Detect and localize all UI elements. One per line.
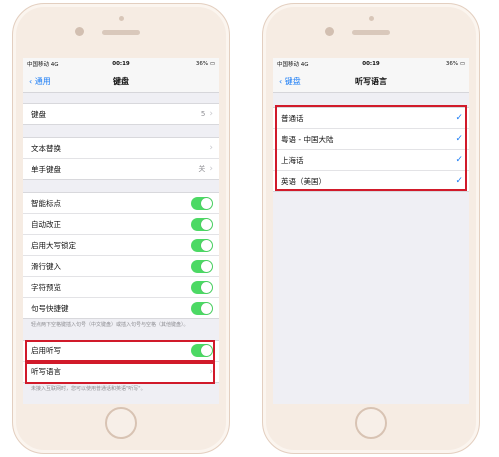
earpiece-speaker [102, 30, 140, 35]
text-group: 文本替换 › 单手键盘 关 › [23, 137, 219, 180]
chevron-right-icon: › [209, 143, 213, 153]
chevron-right-icon: › [209, 164, 213, 174]
auto-correct-toggle[interactable] [191, 217, 213, 231]
left-screen: 中国移动 4G 00:19 36% ▭ ‹ 通用 键盘 键盘 5 › 文本替换 … [23, 58, 219, 404]
period-shortcut-note: 轻点两下空格键插入句号（中文键盘）或插入句号与空格（其他键盘）。 [31, 322, 189, 328]
period-shortcut-toggle[interactable] [191, 301, 213, 315]
highlight-dictation-language [25, 362, 215, 384]
carrier-label: 中国移动 4G [277, 62, 309, 68]
front-camera [75, 27, 84, 36]
slide-to-type-row: 滑行键入 [23, 256, 219, 277]
right-screen: 中国移动 4G 00:19 36% ▭ ‹ 键盘 听写语言 普通话 ✓ 粤语 -… [273, 58, 469, 404]
period-shortcut-row: 句号快捷键 [23, 298, 219, 318]
smart-punctuation-row: 智能标点 [23, 193, 219, 214]
row-value: 关 [198, 165, 206, 173]
one-hand-keyboard-row[interactable]: 单手键盘 关 › [23, 159, 219, 179]
row-label: 自动改正 [31, 219, 61, 229]
page-title: 听写语言 [355, 77, 387, 86]
row-label: 启用大写锁定 [31, 240, 76, 250]
row-label: 文本替换 [31, 143, 61, 153]
earpiece-speaker [352, 30, 390, 35]
row-value: 5 [200, 110, 206, 118]
right-phone: 中国移动 4G 00:19 36% ▭ ‹ 键盘 听写语言 普通话 ✓ 粤语 -… [262, 3, 480, 454]
row-label: 智能标点 [31, 198, 61, 208]
row-label: 滑行键入 [31, 261, 61, 271]
row-label: 单手键盘 [31, 164, 61, 174]
battery-indicator: 36% ▭ [402, 61, 465, 67]
proximity-sensor [369, 16, 374, 21]
page-title: 键盘 [113, 77, 129, 86]
character-preview-row: 字符预览 [23, 277, 219, 298]
row-label: 句号快捷键 [31, 303, 69, 313]
chevron-right-icon: › [209, 109, 213, 119]
toggles-group: 智能标点 自动改正 启用大写锁定 滑行键入 字符预览 句号快捷键 [23, 192, 219, 319]
battery-icon: ▭ [459, 61, 466, 67]
caps-lock-row: 启用大写锁定 [23, 235, 219, 256]
clock: 00:19 [362, 61, 380, 67]
battery-label: 36% [195, 61, 209, 67]
auto-correct-row: 自动改正 [23, 214, 219, 235]
slide-to-type-toggle[interactable] [191, 259, 213, 273]
home-button[interactable] [355, 407, 387, 439]
nav-bar: ‹ 键盘 听写语言 [273, 70, 469, 93]
character-preview-toggle[interactable] [191, 280, 213, 294]
row-label: 字符预览 [31, 282, 61, 292]
status-bar: 中国移动 4G 00:19 36% ▭ [23, 58, 219, 70]
dictation-note: 未接入互联网时，您可以使用普通话和英语"听写"。 [31, 385, 146, 392]
battery-label: 36% [445, 61, 459, 67]
left-phone: 中国移动 4G 00:19 36% ▭ ‹ 通用 键盘 键盘 5 › 文本替换 … [12, 3, 230, 454]
keyboards-group: 键盘 5 › [23, 103, 219, 125]
battery-icon: ▭ [209, 61, 216, 67]
clock: 00:19 [112, 61, 130, 67]
highlight-language-list [275, 105, 467, 191]
caps-lock-toggle[interactable] [191, 238, 213, 252]
row-label: 键盘 [31, 109, 46, 119]
front-camera [325, 27, 334, 36]
text-replace-row[interactable]: 文本替换 › [23, 138, 219, 159]
highlight-enable-dictation [25, 340, 215, 362]
status-bar: 中国移动 4G 00:19 36% ▭ [273, 58, 469, 70]
carrier-label: 中国移动 4G [27, 62, 59, 68]
home-button[interactable] [105, 407, 137, 439]
nav-bar: ‹ 通用 键盘 [23, 70, 219, 93]
battery-indicator: 36% ▭ [152, 61, 215, 67]
keyboards-row[interactable]: 键盘 5 › [23, 104, 219, 124]
proximity-sensor [119, 16, 124, 21]
smart-punctuation-toggle[interactable] [191, 196, 213, 210]
